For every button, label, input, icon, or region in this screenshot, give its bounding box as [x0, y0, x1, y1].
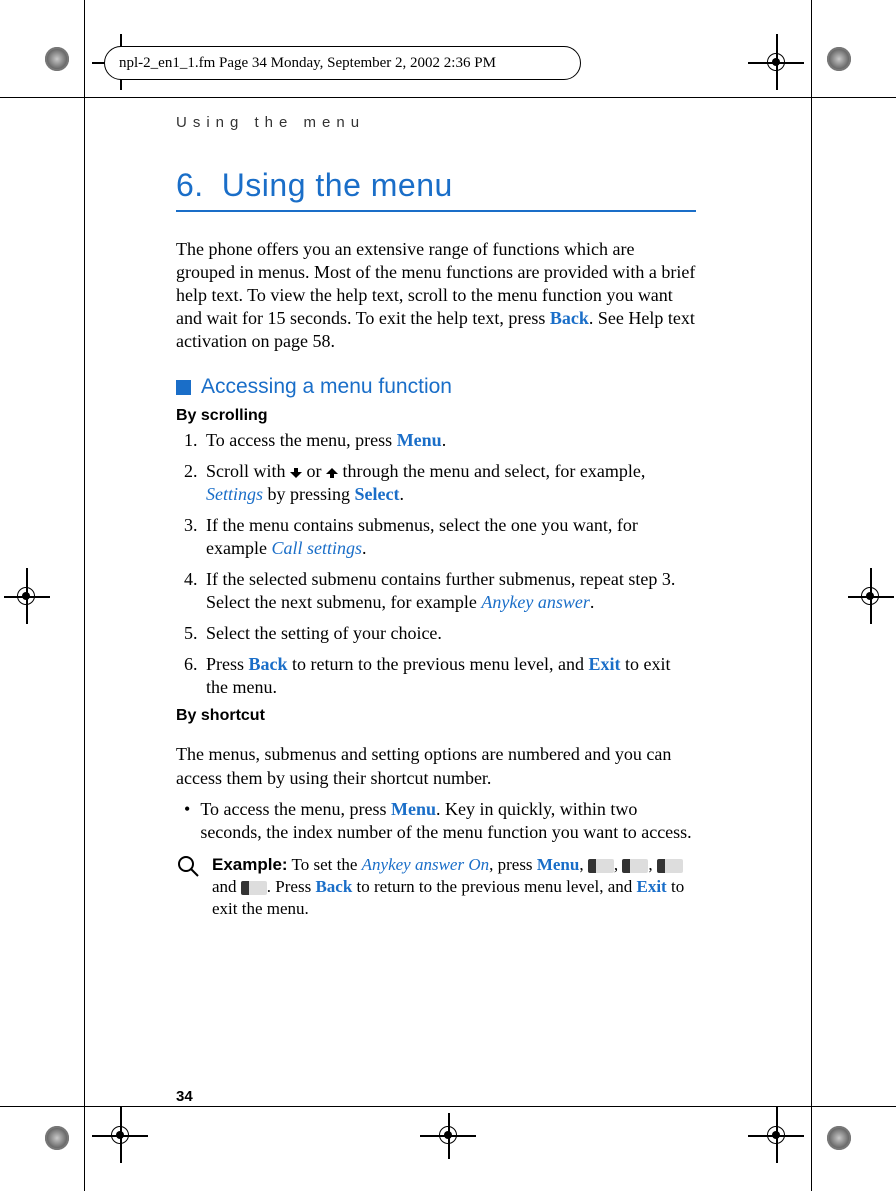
reg-cross-left [6, 576, 46, 616]
reg-disc-bl [40, 1121, 74, 1155]
s4b: . [590, 592, 595, 612]
crop-line-left [84, 0, 85, 1191]
scroll-down-icon [290, 468, 302, 478]
ex-menu: Menu [537, 855, 580, 874]
reg-cross-bl [100, 1115, 140, 1155]
file-header-bar: npl-2_en1_1.fm Page 34 Monday, September… [104, 46, 581, 80]
ex-back: Back [315, 877, 352, 896]
ex-anykey: Anykey answer On [362, 855, 489, 874]
chapter-num: 6. [176, 167, 204, 203]
section-bullet-icon [176, 380, 191, 395]
exg: . Press [267, 877, 316, 896]
page-number: 34 [176, 1088, 193, 1105]
page-content: Using the menu 6. Using the menu The phon… [176, 114, 696, 920]
crop-line-bottom [0, 1106, 896, 1107]
s6a: Press [206, 654, 249, 674]
s2c: through the menu and select, for example… [338, 461, 645, 481]
exd: , [614, 855, 623, 874]
crop-line-right [811, 0, 812, 1191]
s6back: Back [249, 654, 288, 674]
subhead-scrolling: By scrolling [176, 407, 696, 425]
exe: , [648, 855, 657, 874]
step-3: If the menu contains submenus, select th… [202, 514, 696, 560]
s6b: to return to the previous menu level, an… [288, 654, 589, 674]
s2select: Select [355, 484, 400, 504]
exa: To set the [288, 855, 362, 874]
s3b: . [362, 538, 367, 558]
step-1: To access the menu, press Menu. [202, 429, 696, 452]
s1menu: Menu [397, 430, 442, 450]
reg-cross-bottom [428, 1115, 468, 1155]
s2d: by pressing [263, 484, 355, 504]
bullet-row: • To access the menu, press Menu. Key in… [184, 798, 696, 844]
reg-cross-br [756, 1115, 796, 1155]
key-2-icon-a [622, 859, 648, 873]
steps-list: To access the menu, press Menu. Scroll w… [176, 429, 696, 699]
chapter-title: 6. Using the menu [176, 167, 696, 204]
s1b: . [442, 430, 447, 450]
subhead-shortcut: By shortcut [176, 707, 696, 725]
s2e: . [399, 484, 404, 504]
crop-line-top [0, 97, 896, 98]
s4anykey: Anykey answer [481, 592, 589, 612]
chapter-rule [176, 210, 696, 212]
s3call: Call settings [271, 538, 362, 558]
ex-label: Example: [212, 855, 288, 874]
s2settings: Settings [206, 484, 263, 504]
step-2: Scroll with or through the menu and sele… [202, 460, 696, 506]
shortcut-intro: The menus, submenus and setting options … [176, 743, 696, 789]
intro-paragraph: The phone offers you an extensive range … [176, 238, 696, 353]
example-text: Example: To set the Anykey answer On, pr… [212, 854, 696, 920]
s2a: Scroll with [206, 461, 290, 481]
step-4: If the selected submenu contains further… [202, 568, 696, 614]
running-head: Using the menu [176, 114, 696, 131]
key-2-icon-b [657, 859, 683, 873]
chapter-title-text: Using the menu [222, 167, 453, 203]
s2b: or [302, 461, 326, 481]
reg-disc-tr [822, 42, 856, 76]
reg-disc-tl [40, 42, 74, 76]
scroll-up-icon [326, 468, 338, 478]
reg-disc-br [822, 1121, 856, 1155]
magnifier-icon [176, 854, 202, 920]
key-4-icon [588, 859, 614, 873]
s4a: If the selected submenu contains further… [206, 569, 675, 612]
section-title-text: Accessing a menu function [201, 375, 452, 399]
s1a: To access the menu, press [206, 430, 397, 450]
exc: , [579, 855, 588, 874]
example-block: Example: To set the Anykey answer On, pr… [176, 854, 696, 920]
exh: to return to the previous menu level, an… [352, 877, 636, 896]
bmenu: Menu [391, 799, 436, 819]
bullet-dot: • [184, 798, 190, 844]
file-header-text: npl-2_en1_1.fm Page 34 Monday, September… [119, 55, 496, 72]
s6exit: Exit [588, 654, 620, 674]
section-heading: Accessing a menu function [176, 375, 696, 399]
intro-back: Back [550, 308, 589, 328]
key-1-icon [241, 881, 267, 895]
reg-cross-tr [756, 42, 796, 82]
step-6: Press Back to return to the previous men… [202, 653, 696, 699]
exb: , press [489, 855, 537, 874]
reg-cross-right [850, 576, 890, 616]
ex-exit: Exit [637, 877, 667, 896]
exf: and [212, 877, 241, 896]
ba: To access the menu, press [200, 799, 391, 819]
step-5: Select the setting of your choice. [202, 622, 696, 645]
bullet-text: To access the menu, press Menu. Key in q… [200, 798, 696, 844]
